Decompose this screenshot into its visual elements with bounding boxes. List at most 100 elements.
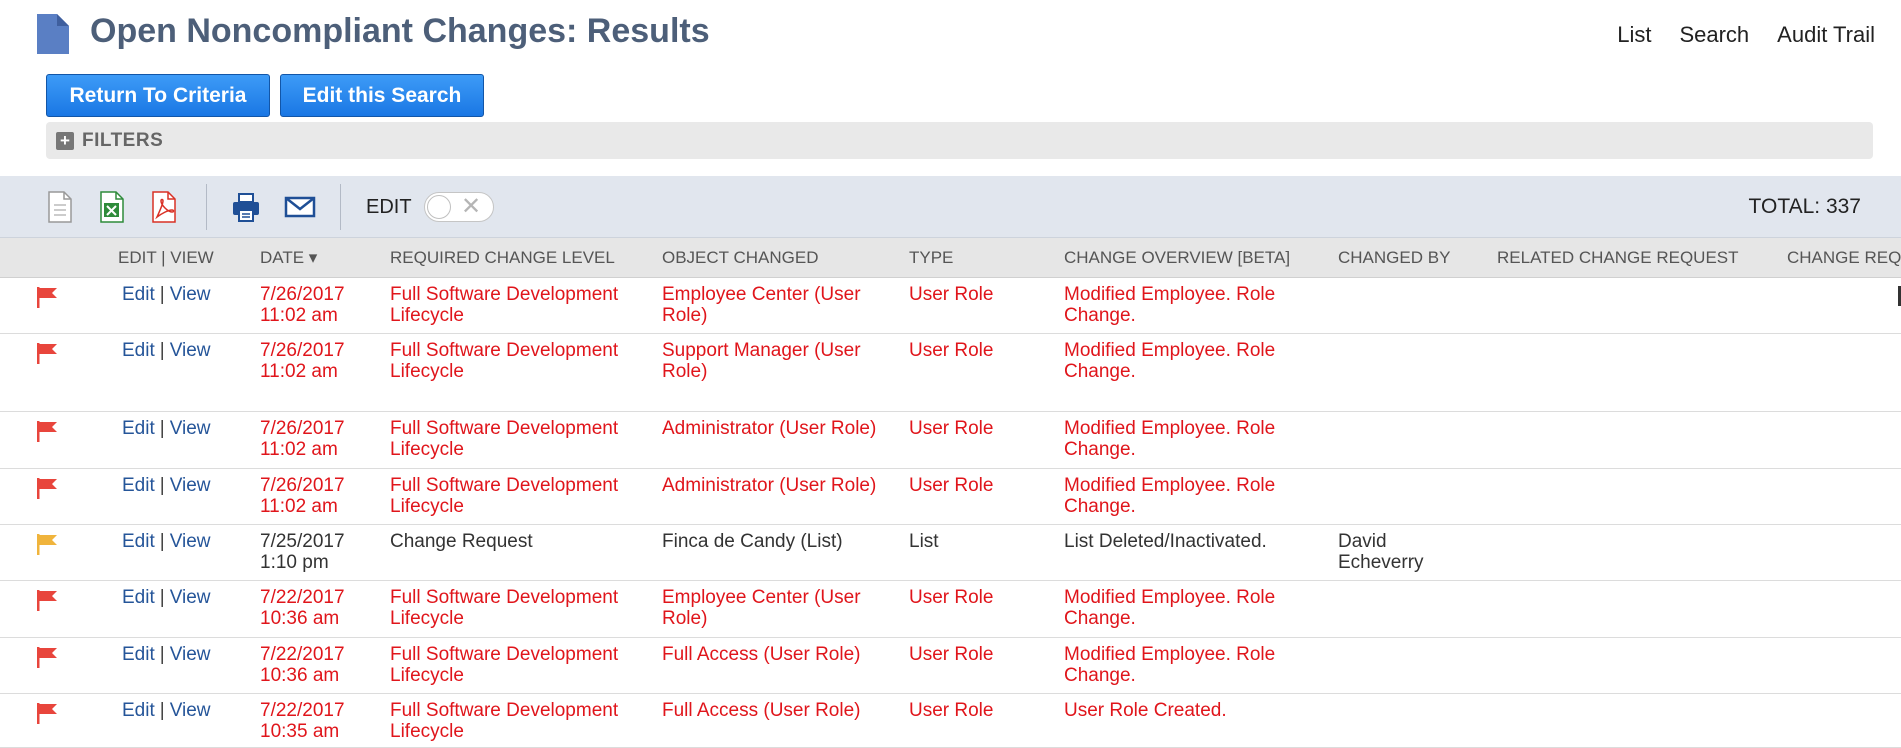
time-text: 10:35 am bbox=[260, 721, 340, 742]
page-title: Open Noncompliant Changes: Results bbox=[90, 12, 710, 50]
date-text: 7/26/2017 bbox=[260, 418, 345, 439]
column-header-edit-view: EDIT | VIEW bbox=[118, 248, 214, 267]
object-changed-cell: Administrator (User Role) bbox=[662, 418, 877, 439]
edit-link[interactable]: Edit bbox=[122, 340, 155, 361]
change-overview-cell: Modified Employee. Role Change. bbox=[1064, 340, 1276, 382]
time-text: 10:36 am bbox=[260, 665, 340, 686]
link-separator: | bbox=[159, 531, 165, 552]
link-separator: | bbox=[159, 284, 165, 305]
table-row: Edit | View 7/22/2017 10:35 am Full Software … bbox=[0, 694, 1901, 748]
toggle-knob bbox=[427, 195, 451, 219]
column-header-changed-by[interactable]: CHANGED BY bbox=[1338, 248, 1450, 268]
change-overview-cell: List Deleted/Inactivated. bbox=[1064, 531, 1267, 552]
column-header-change-overview[interactable]: CHANGE OVERVIEW [BETA] bbox=[1064, 248, 1290, 268]
change-overview-cell: Modified Employee. Role Change. bbox=[1064, 418, 1276, 460]
edit-link[interactable]: Edit bbox=[122, 644, 155, 665]
table-row: Edit | View 7/26/2017 11:02 am Full Software … bbox=[0, 469, 1901, 525]
object-changed-cell: Finca de Candy (List) bbox=[662, 531, 843, 552]
link-separator: | bbox=[159, 587, 165, 608]
email-icon[interactable] bbox=[284, 190, 316, 224]
excel-icon[interactable] bbox=[96, 190, 128, 224]
view-link[interactable]: View bbox=[170, 531, 211, 552]
edit-view-links: Edit | View bbox=[122, 700, 211, 722]
edit-link[interactable]: Edit bbox=[122, 475, 155, 496]
edit-link[interactable]: Edit bbox=[122, 700, 155, 721]
date-cell: 7/22/2017 10:35 am bbox=[260, 700, 380, 742]
nav-list-link[interactable]: List bbox=[1617, 22, 1651, 48]
nav-audit-trail-link[interactable]: Audit Trail bbox=[1777, 22, 1875, 48]
red-flag-icon bbox=[37, 343, 57, 364]
time-text: 11:02 am bbox=[260, 439, 338, 460]
link-separator: | bbox=[159, 700, 165, 721]
column-header-related-change-request[interactable]: RELATED CHANGE REQUEST bbox=[1497, 248, 1739, 268]
table-row: Edit | View 7/25/2017 1:10 pm Change Request F… bbox=[0, 525, 1901, 581]
column-header-type[interactable]: TYPE bbox=[909, 248, 953, 268]
date-text: 7/26/2017 bbox=[260, 475, 345, 496]
edit-link[interactable]: Edit bbox=[122, 284, 155, 305]
red-flag-icon bbox=[37, 478, 57, 499]
table-row: Edit | View 7/26/2017 11:02 am Full Software … bbox=[0, 278, 1901, 334]
view-link[interactable]: View bbox=[170, 340, 211, 361]
edit-mode-label: EDIT bbox=[366, 196, 412, 218]
edit-view-links: Edit | View bbox=[122, 475, 211, 497]
edit-link[interactable]: Edit bbox=[122, 418, 155, 439]
date-text: 7/26/2017 bbox=[260, 284, 345, 305]
link-separator: | bbox=[159, 475, 165, 496]
table-row: Edit | View 7/22/2017 10:36 am Full Software … bbox=[0, 581, 1901, 638]
column-header-object-changed[interactable]: OBJECT CHANGED bbox=[662, 248, 819, 268]
red-flag-icon bbox=[37, 287, 57, 308]
column-header-date[interactable]: DATE ▾ bbox=[260, 248, 317, 268]
table-row: Edit | View 7/26/2017 11:02 am Full Software … bbox=[0, 412, 1901, 469]
toggle-off-icon: ✕ bbox=[461, 193, 482, 220]
red-flag-icon bbox=[37, 647, 57, 668]
nav-search-link[interactable]: Search bbox=[1679, 22, 1749, 48]
type-cell: User Role bbox=[909, 475, 994, 496]
edit-link[interactable]: Edit bbox=[122, 587, 155, 608]
results-table-header: EDIT | VIEW DATE ▾ REQUIRED CHANGE LEVEL… bbox=[0, 238, 1901, 278]
edit-mode-toggle[interactable]: ✕ bbox=[424, 192, 494, 222]
return-to-criteria-button[interactable]: Return To Criteria bbox=[46, 74, 270, 117]
required-level-cell: Full Software Development Lifecycle bbox=[390, 587, 619, 629]
document-page-icon bbox=[37, 14, 69, 54]
date-cell: 7/22/2017 10:36 am bbox=[260, 587, 380, 629]
table-row: Edit | View 7/26/2017 11:02 am Full Software … bbox=[0, 334, 1901, 412]
required-level-cell: Full Software Development Lifecycle bbox=[390, 700, 619, 742]
column-header-change-req[interactable]: CHANGE REQ bbox=[1787, 248, 1901, 268]
edit-link[interactable]: Edit bbox=[122, 531, 155, 552]
document-icon[interactable] bbox=[44, 190, 76, 224]
change-overview-cell: Modified Employee. Role Change. bbox=[1064, 587, 1276, 629]
yellow-flag-icon bbox=[37, 534, 57, 555]
type-cell: List bbox=[909, 531, 939, 552]
time-text: 11:02 am bbox=[260, 305, 338, 326]
required-level-cell: Full Software Development Lifecycle bbox=[390, 644, 619, 686]
time-text: 11:02 am bbox=[260, 496, 338, 517]
date-text: 7/22/2017 bbox=[260, 700, 345, 721]
view-link[interactable]: View bbox=[170, 418, 211, 439]
column-header-required-change-level[interactable]: REQUIRED CHANGE LEVEL bbox=[390, 248, 615, 268]
toolbar-separator bbox=[340, 184, 341, 230]
object-changed-cell: Full Access (User Role) bbox=[662, 700, 861, 721]
change-overview-cell: Modified Employee. Role Change. bbox=[1064, 644, 1276, 686]
object-changed-cell: Employee Center (User Role) bbox=[662, 587, 861, 629]
expand-plus-icon[interactable]: + bbox=[56, 131, 74, 150]
page-header: Open Noncompliant Changes: Results List … bbox=[0, 0, 1901, 70]
view-link[interactable]: View bbox=[170, 644, 211, 665]
view-link[interactable]: View bbox=[170, 284, 211, 305]
view-link[interactable]: View bbox=[170, 700, 211, 721]
edit-view-links: Edit | View bbox=[122, 644, 211, 666]
date-text: 7/22/2017 bbox=[260, 587, 345, 608]
date-text: 7/25/2017 bbox=[260, 531, 345, 552]
change-overview-cell: Modified Employee. Role Change. bbox=[1064, 284, 1276, 326]
toolbar-separator bbox=[206, 184, 207, 230]
edit-search-button[interactable]: Edit this Search bbox=[280, 74, 484, 117]
edit-view-links: Edit | View bbox=[122, 531, 211, 553]
print-icon[interactable] bbox=[230, 190, 262, 224]
view-link[interactable]: View bbox=[170, 475, 211, 496]
pdf-icon[interactable] bbox=[148, 190, 180, 224]
required-level-cell: Full Software Development Lifecycle bbox=[390, 475, 619, 517]
filters-bar[interactable]: + FILTERS bbox=[46, 122, 1873, 159]
red-flag-icon bbox=[37, 421, 57, 442]
view-link[interactable]: View bbox=[170, 587, 211, 608]
required-level-cell: Full Software Development Lifecycle bbox=[390, 418, 619, 460]
total-count: TOTAL: 337 bbox=[1748, 195, 1861, 218]
